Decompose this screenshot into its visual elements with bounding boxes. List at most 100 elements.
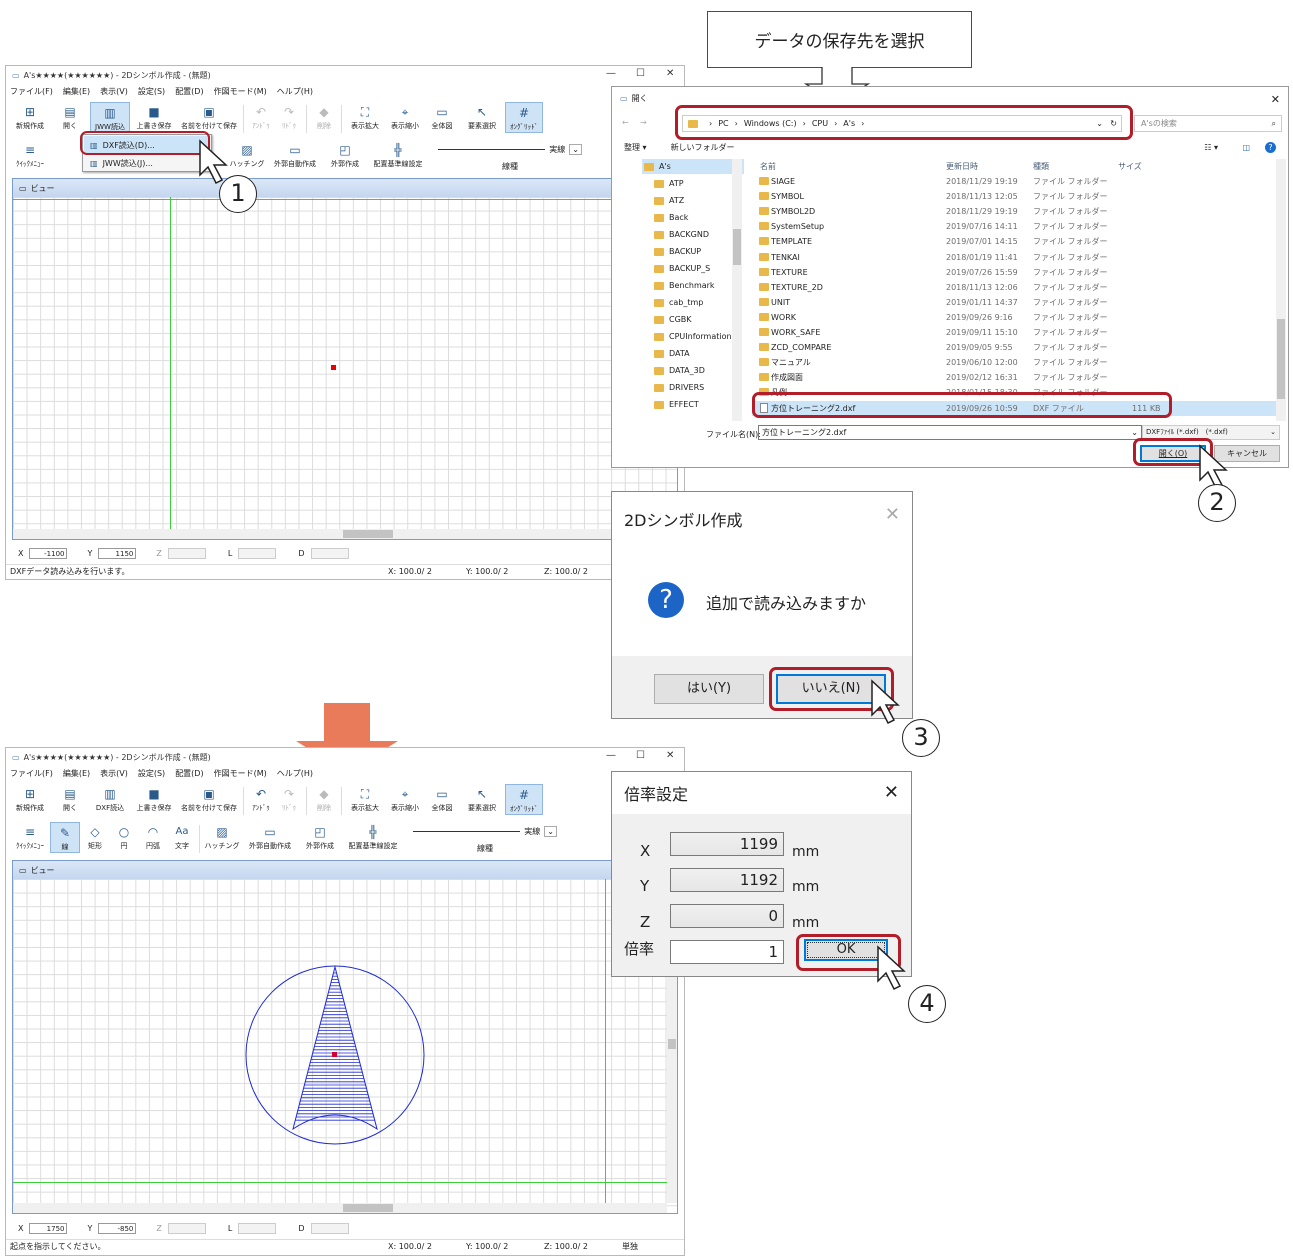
y-coordinate-input[interactable]: 1150 [98, 547, 137, 559]
length-input[interactable] [238, 1222, 277, 1234]
quick-menu-button[interactable]: ≡ ｸｲｯｸﾒﾆｭｰ [10, 822, 50, 851]
preview-pane-icon[interactable]: ◫ [1242, 143, 1250, 152]
menu-edit[interactable]: 編集(E) [63, 86, 90, 97]
import-button[interactable]: ▥ DXF読込 [90, 784, 130, 813]
file-row[interactable]: TEXTURE 2019/07/26 15:59 ファイル フォルダー [752, 265, 1277, 280]
tree-item[interactable]: Back [642, 210, 744, 225]
arc-button[interactable]: ◠ 円弧 [138, 822, 168, 851]
redo-button[interactable]: ↷ ﾘﾄﾞｩ [275, 102, 303, 131]
close-icon[interactable]: ✕ [884, 782, 899, 803]
new-folder-button[interactable]: 新しいフォルダー [671, 142, 735, 153]
file-row[interactable]: WORK 2019/09/26 9:16 ファイル フォルダー [752, 310, 1277, 325]
auto-outline-button[interactable]: ▭ 外郭自動作成 [266, 140, 324, 169]
baseline-button[interactable]: ╬ 配置基準線設定 [341, 822, 405, 851]
fit-all-button[interactable]: ▭ 全体図 [425, 784, 459, 813]
scroll-thumb[interactable] [1277, 319, 1285, 399]
forward-arrow-icon[interactable]: → [640, 118, 647, 127]
horizontal-scrollbar[interactable] [13, 1203, 667, 1213]
undo-button[interactable]: ↶ ｱﾝﾄﾞｩ [247, 102, 275, 131]
filename-input[interactable]: 方位トレーニング2.dxf ⌄ [758, 425, 1142, 440]
open-button[interactable]: ▤ 開く [50, 102, 90, 131]
file-row[interactable]: TEXTURE_2D 2018/11/13 12:06 ファイル フォルダー [752, 280, 1277, 295]
help-icon[interactable]: ? [1265, 141, 1276, 153]
tree-item[interactable]: EFFECT [642, 397, 744, 412]
chevron-down-icon[interactable]: ⌄ [1131, 426, 1138, 439]
ratio-input[interactable]: 1 [670, 940, 784, 964]
menu-help[interactable]: ヘルプ(H) [277, 768, 313, 779]
tree-item[interactable]: BACKUP [642, 244, 744, 259]
file-row[interactable]: WORK_SAFE 2019/09/11 15:10 ファイル フォルダー [752, 325, 1277, 340]
on-grid-button[interactable]: # ｵﾝｸﾞﾘｯﾄﾞ [505, 784, 543, 815]
open-button[interactable]: ▤ 開く [50, 784, 90, 813]
rectangle-button[interactable]: ◇ 矩形 [80, 822, 110, 851]
new-button[interactable]: ⊞ 新規作成 [10, 784, 50, 813]
menu-layout[interactable]: 配置(D) [175, 86, 203, 97]
menu-help[interactable]: ヘルプ(H) [277, 86, 313, 97]
zoom-out-button[interactable]: ⌖ 表示縮小 [385, 102, 425, 131]
header-name[interactable]: 名前 [760, 161, 776, 172]
close-icon[interactable]: ✕ [885, 504, 900, 525]
y-coordinate-input[interactable]: -850 [98, 1222, 137, 1234]
file-row[interactable]: ZCD_COMPARE 2019/09/05 9:55 ファイル フォルダー [752, 340, 1277, 355]
minimize-button[interactable]: — [606, 750, 616, 761]
undo-button[interactable]: ↶ ｱﾝﾄﾞｩ [247, 784, 275, 813]
close-icon[interactable]: ✕ [1271, 93, 1280, 106]
new-button[interactable]: ⊞ 新規作成 [10, 102, 50, 131]
file-list-scrollbar[interactable] [1276, 159, 1286, 421]
file-row[interactable]: SYMBOL 2018/11/13 12:05 ファイル フォルダー [752, 189, 1277, 204]
search-input[interactable]: A'sの検索 ⌕ [1134, 115, 1282, 132]
view-options-icon[interactable]: ☷ ▾ [1204, 143, 1218, 152]
scroll-thumb[interactable] [343, 530, 393, 538]
zoom-out-button[interactable]: ⌖ 表示縮小 [385, 784, 425, 813]
menu-view[interactable]: 表示(V) [100, 86, 128, 97]
delete-button[interactable]: ◆ 削除 [310, 102, 338, 131]
tree-item[interactable]: A's [642, 159, 744, 174]
circle-button[interactable]: ○ 円 [110, 822, 138, 851]
menu-view[interactable]: 表示(V) [100, 768, 128, 779]
tree-item[interactable]: CPUInformation [642, 329, 744, 344]
z-coordinate-input[interactable] [167, 1222, 206, 1234]
file-row[interactable]: 作成図面 2019/02/12 16:31 ファイル フォルダー [752, 370, 1277, 385]
menu-draw-mode[interactable]: 作図モード(M) [214, 768, 267, 779]
tree-scrollbar[interactable] [732, 159, 742, 421]
tree-item[interactable]: BACKUP_S [642, 261, 744, 276]
tree-item[interactable]: DATA [642, 346, 744, 361]
outline-button[interactable]: ◰ 外郭作成 [299, 822, 341, 851]
maximize-button[interactable]: ☐ [636, 750, 645, 761]
x-coordinate-input[interactable]: 1750 [29, 1222, 68, 1234]
zoom-in-button[interactable]: ⛶ 表示拡大 [345, 784, 385, 813]
scroll-thumb[interactable] [343, 1204, 393, 1212]
save-button[interactable]: ■ 上書き保存 [130, 784, 178, 813]
select-button[interactable]: ↖ 要素選択 [459, 784, 505, 813]
auto-outline-button[interactable]: ▭ 外郭自動作成 [241, 822, 299, 851]
back-arrow-icon[interactable]: ← [622, 118, 629, 127]
menu-draw-mode[interactable]: 作図モード(M) [214, 86, 267, 97]
menu-file[interactable]: ファイル(F) [10, 768, 53, 779]
on-grid-button[interactable]: # ｵﾝｸﾞﾘｯﾄﾞ [505, 102, 543, 133]
direction-input[interactable] [310, 1222, 349, 1234]
drawing-canvas[interactable] [13, 197, 677, 539]
save-button[interactable]: ■ 上書き保存 [130, 102, 178, 131]
file-row[interactable]: SYMBOL2D 2018/11/29 19:19 ファイル フォルダー [752, 204, 1277, 219]
x-coordinate-input[interactable]: -1100 [29, 547, 68, 559]
header-size[interactable]: サイズ [1118, 161, 1142, 172]
tree-item[interactable]: DRIVERS [642, 380, 744, 395]
text-button[interactable]: Aa 文字 [168, 822, 196, 851]
yes-button[interactable]: はい(Y) [654, 674, 764, 704]
linetype-selector[interactable]: 実線 ⌄ 線種 [413, 822, 557, 854]
tree-item[interactable]: BACKGND [642, 227, 744, 242]
zoom-in-button[interactable]: ⛶ 表示拡大 [345, 102, 385, 131]
header-date[interactable]: 更新日時 [946, 161, 978, 172]
baseline-button[interactable]: ╬ 配置基準線設定 [366, 140, 430, 169]
save-as-button[interactable]: ▣ 名前を付けて保存 [178, 784, 240, 813]
tree-item[interactable]: Benchmark [642, 278, 744, 293]
menu-edit[interactable]: 編集(E) [63, 768, 90, 779]
redo-button[interactable]: ↷ ﾘﾄﾞｩ [275, 784, 303, 813]
menu-settings[interactable]: 設定(S) [138, 86, 165, 97]
outline-button[interactable]: ◰ 外郭作成 [324, 140, 366, 169]
hatching-button[interactable]: ▨ ハッチング [203, 822, 241, 851]
close-button[interactable]: ✕ [666, 68, 674, 79]
scroll-thumb[interactable] [733, 229, 741, 265]
menu-file[interactable]: ファイル(F) [10, 86, 53, 97]
select-button[interactable]: ↖ 要素選択 [459, 102, 505, 131]
